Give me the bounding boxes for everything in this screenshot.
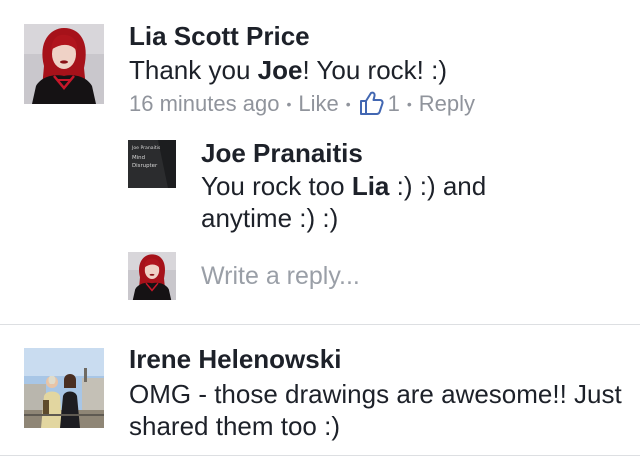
avatar-irene[interactable] [24, 348, 104, 428]
separator-dot: • [406, 96, 412, 112]
like-count: 1 [387, 91, 400, 116]
comment-author-lia[interactable]: Lia Scott Price [129, 21, 310, 52]
reply-text-joe: You rock too Lia :) :) and anytime :) :) [201, 170, 521, 234]
comment-text-lia: Thank you Joe! You rock! :) [129, 54, 447, 86]
separator-dot: • [345, 96, 351, 112]
thumbs-up-icon[interactable] [358, 90, 384, 116]
comment-author-irene[interactable]: Irene Helenowski [129, 344, 341, 375]
avatar-joe-image: Joe Pranaitis Mind Disrupter [128, 140, 176, 188]
reply-button[interactable]: Reply [419, 91, 475, 117]
avatar-lia[interactable] [24, 24, 104, 104]
comment-text-part: Thank you [129, 55, 258, 85]
avatar-lia-image [24, 24, 104, 104]
comment-meta-lia: 16 minutes ago • Like • 1 • Reply [129, 91, 475, 117]
reply-author-joe[interactable]: Joe Pranaitis [201, 138, 363, 169]
comment-text-irene: OMG - those drawings are awesome!! Just … [129, 379, 622, 441]
avatar-irene-image [24, 348, 104, 428]
comment-timestamp: 16 minutes ago [129, 91, 280, 116]
avatar-current-user [128, 252, 176, 300]
reply-text-part: You rock too [201, 171, 352, 201]
comment-text-part: ! You rock! :) [302, 55, 447, 85]
like-button[interactable]: Like [298, 91, 338, 117]
avatar-joe-text: Mind [132, 155, 145, 161]
avatar-joe-text: Joe Pranaitis [131, 145, 161, 151]
divider [0, 324, 640, 325]
reply-input[interactable]: Write a reply... [201, 262, 601, 294]
separator-dot: • [286, 96, 292, 112]
mention-joe: Joe [257, 55, 303, 85]
mention-lia: Lia [351, 171, 390, 201]
avatar-joe[interactable]: Joe Pranaitis Mind Disrupter [128, 140, 176, 188]
avatar-current-user-image [128, 252, 176, 300]
avatar-joe-text: Disrupter [132, 163, 158, 169]
